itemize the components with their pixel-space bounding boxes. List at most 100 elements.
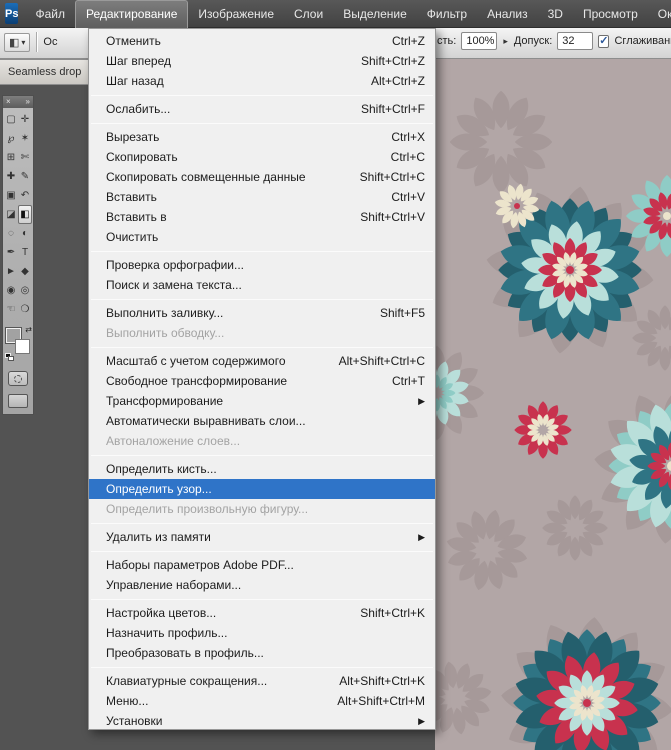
- menu-item-label: Отменить: [106, 34, 161, 48]
- menubar-item-window[interactable]: Окно: [648, 0, 671, 28]
- menu-item-step-backward[interactable]: Шаг назад Alt+Ctrl+Z: [89, 71, 435, 91]
- menu-item-define-brush[interactable]: Определить кисть...: [89, 459, 435, 479]
- menu-item-fill[interactable]: Выполнить заливку... Shift+F5: [89, 303, 435, 323]
- menu-item-clear[interactable]: Очистить: [89, 227, 435, 247]
- tolerance-input[interactable]: 32: [557, 32, 594, 50]
- menu-shortcut: Shift+Ctrl+V: [360, 210, 425, 224]
- tool-crop[interactable]: ⊞: [4, 148, 18, 167]
- menu-item-label: Наборы параметров Adobe PDF...: [106, 558, 294, 572]
- menu-item-preset-manager[interactable]: Управление наборами...: [89, 575, 435, 595]
- menu-item-undo[interactable]: Отменить Ctrl+Z: [89, 31, 435, 51]
- menu-item-transform[interactable]: Трансформирование ▶: [89, 391, 435, 411]
- tool-zoom[interactable]: ❍: [18, 300, 32, 319]
- menu-item-color-settings[interactable]: Настройка цветов... Shift+Ctrl+K: [89, 603, 435, 623]
- menu-item-label: Проверка орфографии...: [106, 258, 244, 272]
- tool-slice[interactable]: ✄: [18, 148, 32, 167]
- menu-item-label: Клавиатурные сокращения...: [106, 674, 268, 688]
- tool-paint-bucket[interactable]: ◧: [18, 205, 32, 224]
- panel-collapse-icon[interactable]: »: [26, 97, 30, 107]
- menu-item-copy[interactable]: Скопировать Ctrl+C: [89, 147, 435, 167]
- default-colors-icon[interactable]: [5, 353, 15, 361]
- menu-separator: [89, 595, 435, 603]
- menu-item-label: Выполнить заливку...: [106, 306, 224, 320]
- menu-separator: [89, 519, 435, 527]
- menu-item-label: Свободное трансформирование: [106, 374, 288, 388]
- menu-shortcut: Ctrl+T: [392, 374, 425, 388]
- tool-3d-rotate[interactable]: ◉: [4, 281, 18, 300]
- menu-shortcut: Alt+Ctrl+Z: [370, 74, 425, 88]
- menu-item-convert-to-profile[interactable]: Преобразовать в профиль...: [89, 643, 435, 663]
- tool-eraser[interactable]: ◪: [4, 205, 18, 224]
- menubar-item-3d[interactable]: 3D: [538, 0, 573, 28]
- menubar-item-image[interactable]: Изображение: [188, 0, 284, 28]
- menu-item-label: Вставить в: [106, 210, 167, 224]
- menu-item-cut[interactable]: Вырезать Ctrl+X: [89, 127, 435, 147]
- opacity-value[interactable]: 100%: [461, 32, 498, 50]
- menu-item-copy-merged[interactable]: Скопировать совмещенные данные Shift+Ctr…: [89, 167, 435, 187]
- menu-item-define-pattern[interactable]: Определить узор...: [89, 479, 435, 499]
- menubar-item-select[interactable]: Выделение: [333, 0, 417, 28]
- menu-item-paste[interactable]: Вставить Ctrl+V: [89, 187, 435, 207]
- menu-item-paste-into[interactable]: Вставить в Shift+Ctrl+V: [89, 207, 435, 227]
- document-tab[interactable]: Seamless drop: [0, 59, 89, 85]
- menu-item-label: Масштаб с учетом содержимого: [106, 354, 286, 368]
- tool-brush[interactable]: ✎: [18, 167, 32, 186]
- menu-separator: [89, 295, 435, 303]
- tool-clone-stamp[interactable]: ▣: [4, 186, 18, 205]
- tool-preset-picker[interactable]: ◧ ▾: [4, 32, 31, 52]
- tool-move[interactable]: ✛: [18, 110, 32, 129]
- tool-healing-brush[interactable]: ✚: [4, 167, 18, 186]
- menubar-item-edit[interactable]: Редактирование: [74, 0, 189, 28]
- menubar-item-layers[interactable]: Слои: [284, 0, 333, 28]
- menubar-item-view[interactable]: Просмотр: [573, 0, 648, 28]
- background-color-swatch[interactable]: [15, 339, 30, 354]
- menu-item-label: Удалить из памяти: [106, 530, 211, 544]
- menu-item-purge[interactable]: Удалить из памяти ▶: [89, 527, 435, 547]
- tool-magic-wand[interactable]: ✶: [18, 129, 32, 148]
- tool-pen[interactable]: ✒: [4, 243, 18, 262]
- panel-close-icon[interactable]: ×: [6, 97, 11, 107]
- menu-item-preferences[interactable]: Установки ▶: [89, 711, 435, 731]
- tool-blur[interactable]: ◌: [4, 224, 18, 243]
- tool-type[interactable]: T: [18, 243, 32, 262]
- menu-item-auto-align-layers[interactable]: Автоматически выравнивать слои...: [89, 411, 435, 431]
- tool-custom-shape[interactable]: ◆: [18, 262, 32, 281]
- screen-mode-button[interactable]: [8, 394, 28, 408]
- swap-colors-icon[interactable]: ⇄: [25, 325, 32, 334]
- tool-rectangular-marquee[interactable]: ▢: [4, 110, 18, 129]
- menu-item-fade[interactable]: Ослабить... Shift+Ctrl+F: [89, 99, 435, 119]
- menu-item-label: Ослабить...: [106, 102, 171, 116]
- menubar-item-analysis[interactable]: Анализ: [477, 0, 538, 28]
- tool-path-selection[interactable]: ►: [4, 262, 18, 281]
- tool-hand[interactable]: ☜: [4, 300, 18, 319]
- antialias-checkbox[interactable]: ✓: [598, 34, 610, 48]
- menu-item-label: Шаг назад: [106, 74, 164, 88]
- menubar-item-file[interactable]: Файл: [25, 0, 75, 28]
- menu-separator: [89, 247, 435, 255]
- tool-3d-orbit[interactable]: ◎: [18, 281, 32, 300]
- menu-item-label: Определить произвольную фигуру...: [106, 502, 309, 516]
- menu-separator: [89, 547, 435, 555]
- opacity-slider-arrow-icon[interactable]: ▸: [502, 36, 509, 47]
- menu-item-find-and-replace-text[interactable]: Поиск и замена текста...: [89, 275, 435, 295]
- menu-item-adobe-pdf-presets[interactable]: Наборы параметров Adobe PDF...: [89, 555, 435, 575]
- menu-item-free-transform[interactable]: Свободное трансформирование Ctrl+T: [89, 371, 435, 391]
- quick-mask-button[interactable]: [8, 371, 28, 386]
- menu-item-step-forward[interactable]: Шаг вперед Shift+Ctrl+Z: [89, 51, 435, 71]
- menubar-item-filter[interactable]: Фильтр: [417, 0, 477, 28]
- tool-history-brush[interactable]: ↶: [18, 186, 32, 205]
- tool-lasso[interactable]: ℘: [4, 129, 18, 148]
- menu-item-define-custom-shape: Определить произвольную фигуру...: [89, 499, 435, 519]
- edit-menu-panel: Отменить Ctrl+Z Шаг вперед Shift+Ctrl+Z …: [88, 28, 436, 730]
- menu-item-content-aware-scale[interactable]: Масштаб с учетом содержимого Alt+Shift+C…: [89, 351, 435, 371]
- menu-item-keyboard-shortcuts[interactable]: Клавиатурные сокращения... Alt+Shift+Ctr…: [89, 671, 435, 691]
- photoshop-logo-icon[interactable]: Ps: [5, 3, 19, 24]
- menu-item-menus[interactable]: Меню... Alt+Shift+Ctrl+M: [89, 691, 435, 711]
- menu-shortcut: Alt+Shift+Ctrl+C: [338, 354, 425, 368]
- document-canvas[interactable]: [435, 58, 671, 750]
- menu-item-assign-profile[interactable]: Назначить профиль...: [89, 623, 435, 643]
- tool-dodge[interactable]: ◐: [18, 224, 32, 243]
- tool-grid: ▢ ✛ ℘ ✶ ⊞ ✄ ✚ ✎ ▣ ↶ ◪ ◧ ◌ ◐ ✒ T ► ◆ ◉ ◎ …: [3, 108, 33, 321]
- menu-item-check-spelling[interactable]: Проверка орфографии...: [89, 255, 435, 275]
- menu-item-label: Преобразовать в профиль...: [106, 646, 264, 660]
